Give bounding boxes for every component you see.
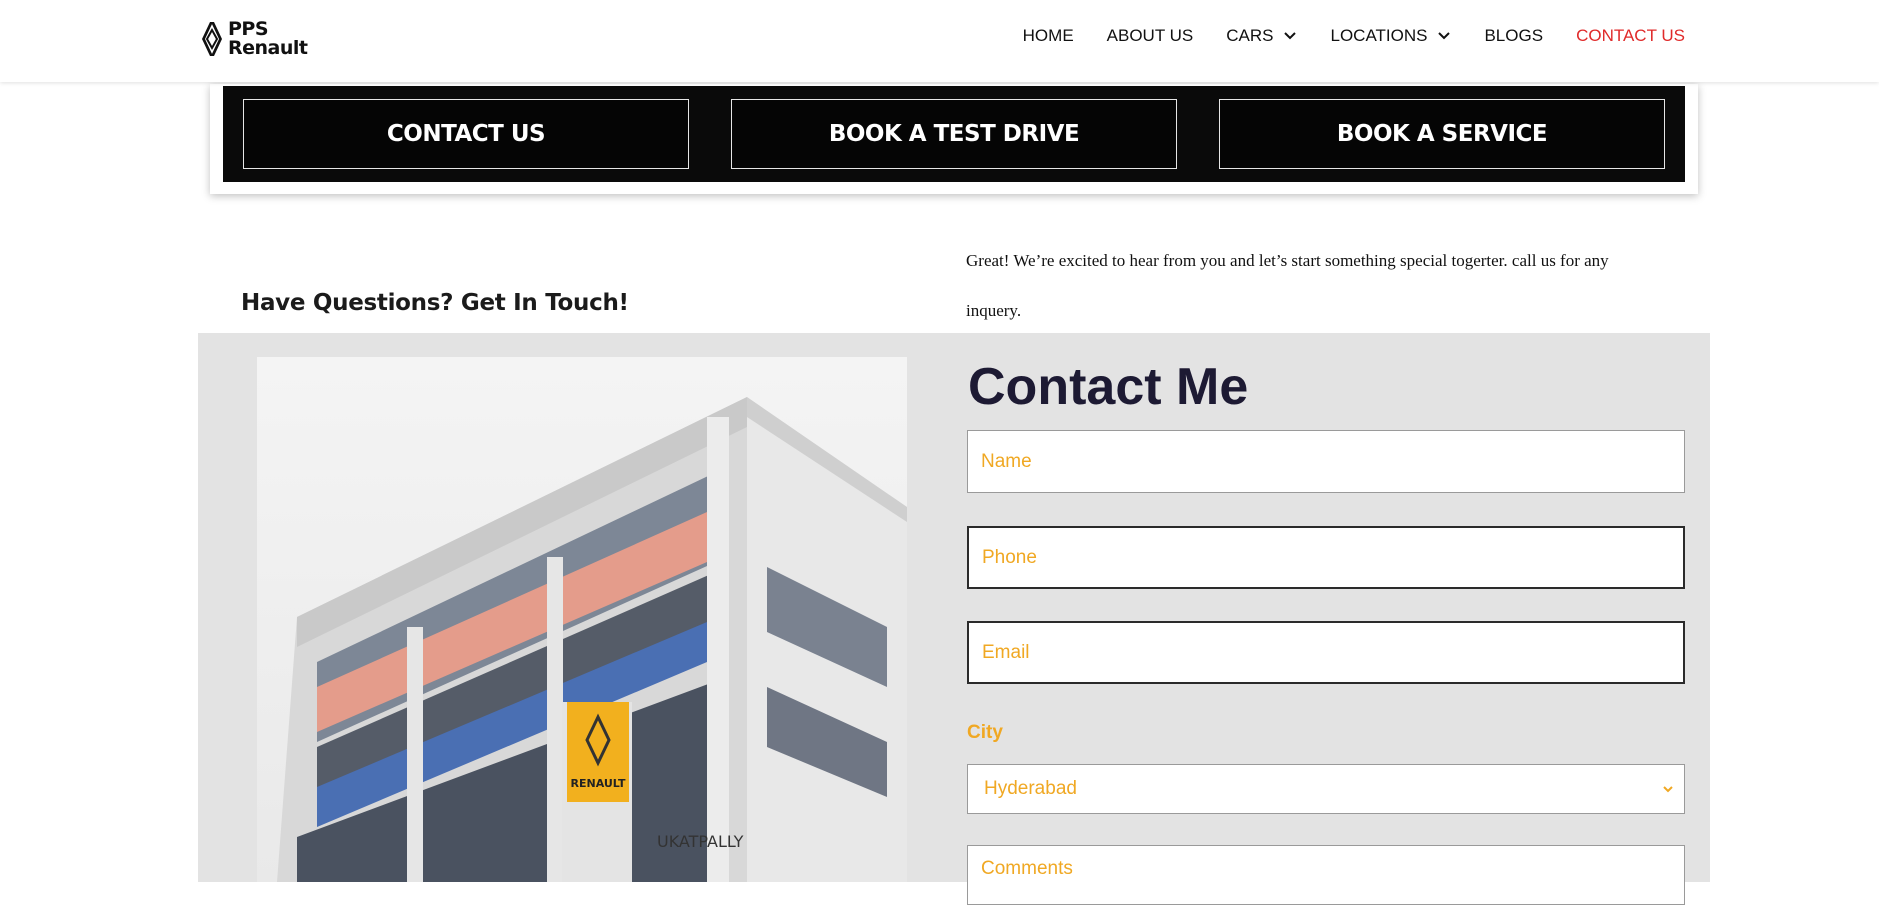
- name-field[interactable]: [967, 430, 1685, 493]
- phone-field[interactable]: [967, 526, 1685, 589]
- book-test-drive-button[interactable]: BOOK A TEST DRIVE: [731, 99, 1177, 169]
- chevron-down-icon: [1284, 32, 1297, 40]
- nav-cars[interactable]: CARS: [1226, 26, 1297, 46]
- comments-field[interactable]: [967, 845, 1685, 905]
- nav-home-label: HOME: [1022, 26, 1074, 45]
- logo-text: PPS Renault: [228, 20, 308, 58]
- pylon-brand-text: RENAULT: [571, 777, 626, 790]
- nav-home[interactable]: HOME: [1023, 26, 1074, 46]
- nav-contact-us[interactable]: CONTACT US: [1576, 26, 1685, 46]
- contact-us-button[interactable]: CONTACT US: [243, 99, 689, 169]
- nav-blogs-label: BLOGS: [1484, 26, 1544, 45]
- nav-cars-label: CARS: [1226, 26, 1274, 45]
- nav-contact-label: CONTACT US: [1576, 26, 1685, 45]
- city-select[interactable]: Hyderabad: [967, 764, 1685, 814]
- nav-about-us[interactable]: ABOUT US: [1107, 26, 1194, 46]
- nav-blogs[interactable]: BLOGS: [1484, 26, 1543, 46]
- cta-panel: CONTACT US BOOK A TEST DRIVE BOOK A SERV…: [210, 84, 1698, 194]
- city-selected-value: Hyderabad: [984, 778, 1077, 799]
- form-title: Contact Me: [968, 358, 1249, 416]
- main-nav: HOME ABOUT US CARS LOCATIONS BLOGS CONTA…: [990, 26, 1685, 46]
- site-header: PPS Renault HOME ABOUT US CARS LOCATIONS…: [0, 0, 1879, 82]
- cta-band: CONTACT US BOOK A TEST DRIVE BOOK A SERV…: [223, 86, 1685, 182]
- nav-about-label: ABOUT US: [1106, 26, 1194, 45]
- chevron-down-icon: [1438, 32, 1451, 40]
- book-service-button[interactable]: BOOK A SERVICE: [1219, 99, 1665, 169]
- email-field[interactable]: [967, 621, 1685, 684]
- showroom-photo: RENAULT UKATPALLY: [257, 357, 907, 882]
- nav-locations[interactable]: LOCATIONS: [1330, 26, 1451, 46]
- nav-locations-label: LOCATIONS: [1330, 26, 1428, 45]
- city-label: City: [967, 722, 1003, 743]
- showroom-building-image: RENAULT UKATPALLY: [257, 357, 907, 882]
- intro-heading: Have Questions? Get In Touch!: [241, 290, 629, 316]
- pps-renault-logo[interactable]: PPS Renault: [200, 20, 308, 58]
- intro-text: Great! We’re excited to hear from you an…: [966, 251, 1609, 320]
- renault-diamond-icon: [202, 22, 222, 56]
- logo-line2: Renault: [228, 37, 308, 59]
- building-sign-text: UKATPALLY: [657, 832, 744, 851]
- chevron-down-icon: [1663, 786, 1673, 793]
